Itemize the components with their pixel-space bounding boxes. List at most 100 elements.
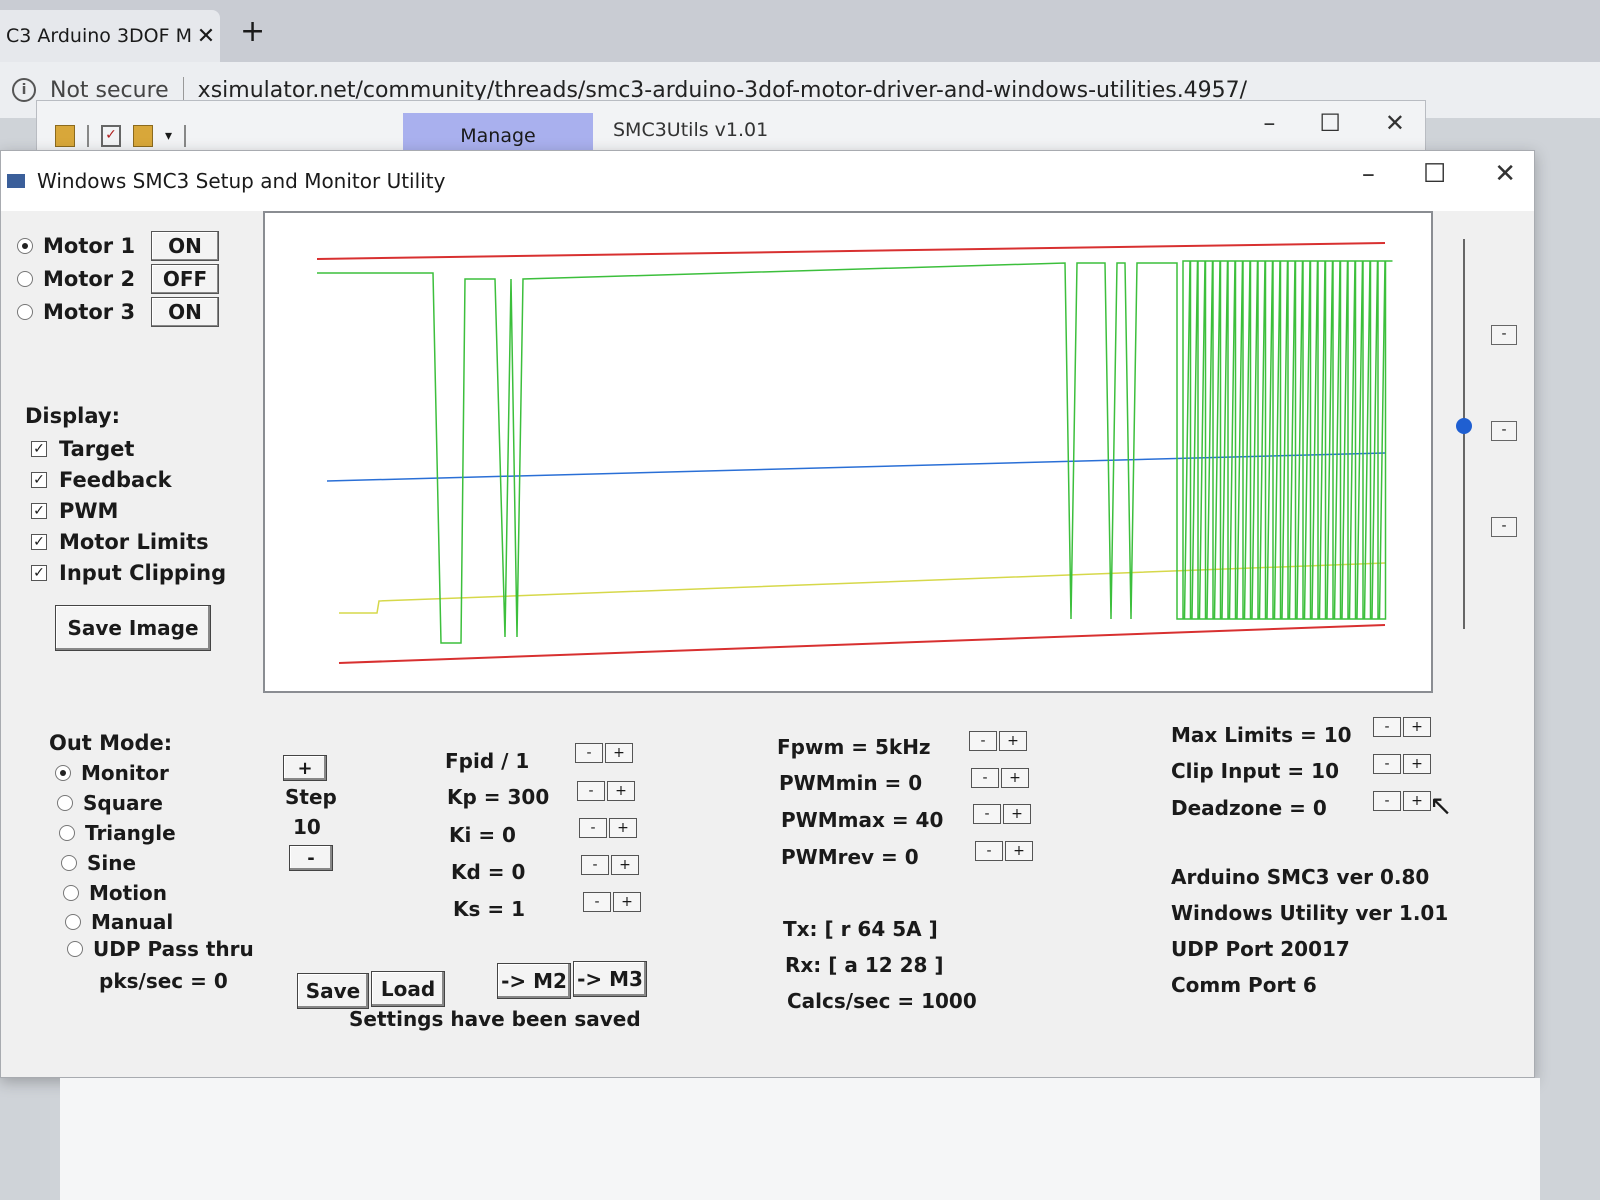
toolbar-separator [87,125,89,147]
mode-square-radio[interactable] [57,795,73,811]
fpwm-minus-button[interactable]: - [969,731,997,751]
fpid-plus-button[interactable]: + [605,743,633,763]
max-limits-plus-button[interactable]: + [1403,717,1431,737]
pwmrev-plus-button[interactable]: + [1005,841,1033,861]
maximize-icon[interactable]: ☐ [1319,109,1341,137]
display-target-row[interactable]: ✓ Target [31,437,134,461]
minimize-icon[interactable]: – [1263,109,1275,137]
max-limits-stepper[interactable]: - + [1373,717,1433,737]
display-input-clipping-row[interactable]: ✓ Input Clipping [31,561,226,585]
display-pwm-row[interactable]: ✓ PWM [31,499,118,523]
motor-1-row[interactable]: Motor 1 ON [17,231,219,261]
copy-to-m3-button[interactable]: -> M3 [573,961,647,997]
side-button-top[interactable]: - [1491,325,1517,345]
mode-monitor-radio[interactable] [55,765,71,781]
display-feedback-row[interactable]: ✓ Feedback [31,468,172,492]
display-motor-limits-row[interactable]: ✓ Motor Limits [31,530,209,554]
ki-minus-button[interactable]: - [579,818,607,838]
pwm-checkbox[interactable]: ✓ [31,503,47,519]
window-title: Windows SMC3 Setup and Monitor Utility [37,169,446,193]
motor-2-radio[interactable] [17,271,33,287]
close-icon[interactable]: ✕ [1494,159,1516,189]
mode-manual-row[interactable]: Manual [65,910,173,934]
fpid-minus-button[interactable]: - [575,743,603,763]
motor-3-radio[interactable] [17,304,33,320]
mode-manual-radio[interactable] [65,914,81,930]
clip-input-stepper[interactable]: - + [1373,754,1433,774]
input-clipping-checkbox[interactable]: ✓ [31,565,47,581]
ks-stepper[interactable]: - + [583,892,643,912]
mode-sine-row[interactable]: Sine [61,851,136,875]
minimize-icon[interactable]: – [1362,159,1375,189]
kd-plus-button[interactable]: + [611,855,639,875]
load-button[interactable]: Load [371,971,445,1007]
mode-motion-radio[interactable] [63,885,79,901]
ks-minus-button[interactable]: - [583,892,611,912]
motor-limits-checkbox[interactable]: ✓ [31,534,47,550]
pwmmin-plus-button[interactable]: + [1001,768,1029,788]
fpwm-plus-button[interactable]: + [999,731,1027,751]
deadzone-minus-button[interactable]: - [1373,791,1401,811]
mode-square-row[interactable]: Square [57,791,163,815]
feedback-checkbox[interactable]: ✓ [31,472,47,488]
mode-monitor-row[interactable]: Monitor [55,761,169,785]
new-folder-icon[interactable] [133,125,153,147]
kd-stepper[interactable]: - + [581,855,641,875]
clip-input-plus-button[interactable]: + [1403,754,1431,774]
mode-triangle-radio[interactable] [59,825,75,841]
browser-tab[interactable]: C3 Arduino 3DOF M ✕ [0,10,220,62]
kp-plus-button[interactable]: + [607,781,635,801]
properties-icon[interactable]: ✓ [101,125,121,147]
target-checkbox[interactable]: ✓ [31,441,47,457]
ks-plus-button[interactable]: + [613,892,641,912]
folder-icon[interactable] [55,125,75,147]
tab-close-icon[interactable]: ✕ [192,24,220,49]
info-icon[interactable]: i [12,78,36,102]
pwmmin-stepper[interactable]: - + [971,768,1031,788]
pwmmin-minus-button[interactable]: - [971,768,999,788]
mode-udp-radio[interactable] [67,941,83,957]
max-limits-minus-button[interactable]: - [1373,717,1401,737]
mode-manual-label: Manual [91,910,174,934]
ki-plus-button[interactable]: + [609,818,637,838]
motor-1-label: Motor 1 [43,234,136,258]
step-plus-button[interactable]: + [283,755,327,781]
pwmrev-minus-button[interactable]: - [975,841,1003,861]
slider-thumb[interactable] [1456,418,1472,435]
mode-sine-radio[interactable] [61,855,77,871]
new-tab-button[interactable]: + [240,14,265,49]
motor-2-row[interactable]: Motor 2 OFF [17,264,219,294]
chevron-down-icon[interactable]: ▾ [165,128,172,144]
motor-2-toggle-button[interactable]: OFF [151,264,219,294]
side-button-bottom[interactable]: - [1491,517,1517,537]
udp-port: UDP Port 20017 [1171,937,1350,961]
motor-3-toggle-button[interactable]: ON [151,297,219,327]
step-minus-button[interactable]: - [289,845,333,871]
copy-to-m2-button[interactable]: -> M2 [497,963,571,999]
pwmmax-minus-button[interactable]: - [973,804,1001,824]
motor-3-row[interactable]: Motor 3 ON [17,297,219,327]
mode-udp-row[interactable]: UDP Pass thru [67,937,254,961]
mode-motion-row[interactable]: Motion [63,881,167,905]
mode-triangle-row[interactable]: Triangle [59,821,176,845]
kd-minus-button[interactable]: - [581,855,609,875]
maximize-icon[interactable]: ☐ [1423,159,1446,189]
motor-1-radio[interactable] [17,238,33,254]
kp-stepper[interactable]: - + [577,781,637,801]
side-button-middle[interactable]: - [1491,421,1517,441]
fpid-stepper[interactable]: - + [575,743,635,763]
save-button[interactable]: Save [297,973,369,1009]
close-icon[interactable]: ✕ [1385,109,1405,137]
save-image-button[interactable]: Save Image [55,605,211,651]
pwmrev-stepper[interactable]: - + [975,841,1035,861]
url-text[interactable]: xsimulator.net/community/threads/smc3-ar… [198,78,1247,103]
clip-input-minus-button[interactable]: - [1373,754,1401,774]
ki-stepper[interactable]: - + [579,818,639,838]
deadzone-stepper[interactable]: - + [1373,791,1433,811]
fpwm-stepper[interactable]: - + [969,731,1029,751]
pwmmax-stepper[interactable]: - + [973,804,1033,824]
deadzone-plus-button[interactable]: + [1403,791,1431,811]
kp-minus-button[interactable]: - [577,781,605,801]
motor-1-toggle-button[interactable]: ON [151,231,219,261]
pwmmax-plus-button[interactable]: + [1003,804,1031,824]
